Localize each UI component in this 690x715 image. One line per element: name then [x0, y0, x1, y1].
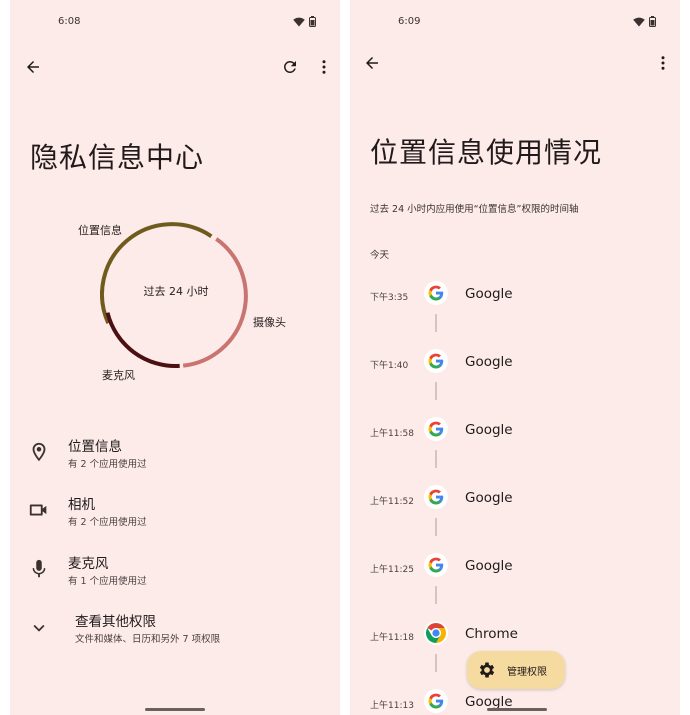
- google-g-icon: [424, 281, 448, 305]
- timeline-app-name: Google: [465, 558, 513, 574]
- status-bar: 6:09: [350, 14, 680, 30]
- permission-subtitle: 有 2 个应用使用过: [68, 517, 147, 528]
- arrow-back-icon: [27, 61, 39, 73]
- battery-icon: [309, 16, 316, 27]
- view-other-permissions-row[interactable]: 查看其他权限 文件和媒体、日历和另外 7 项权限: [10, 610, 340, 654]
- ring-label-location: 位置信息: [78, 224, 122, 237]
- privacy-dashboard-screen: 6:08 隐私信息中心 过去 24 小时 位置信息 摄像头 麦克风 位置信息 有…: [10, 0, 340, 715]
- google-g-icon: [424, 349, 448, 373]
- timeline-app-name: Google: [465, 422, 513, 438]
- timeline-entry[interactable]: 下午3:35 Google: [350, 280, 680, 314]
- ring-segment-camera[interactable]: [182, 237, 248, 368]
- timeline-time: 上午11:25: [370, 565, 414, 575]
- back-button[interactable]: [19, 53, 47, 81]
- microphone-icon: [32, 559, 46, 578]
- location-usage-screen: 6:09 位置信息使用情况 过去 24 小时内应用使用“位置信息”权限的时间轴 …: [350, 0, 680, 715]
- google-g-icon: [424, 689, 448, 713]
- permission-subtitle: 有 1 个应用使用过: [68, 576, 147, 587]
- more-options-button[interactable]: [310, 53, 338, 81]
- permission-subtitle: 文件和媒体、日历和另外 7 项权限: [75, 634, 221, 645]
- manage-permissions-button[interactable]: 管理权限: [467, 651, 565, 689]
- page-title: 隐私信息中心: [30, 141, 205, 174]
- timeline-connector: [435, 382, 437, 400]
- videocam-icon: [29, 504, 47, 516]
- timeline-time: 上午11:58: [370, 429, 414, 439]
- timeline-connector: [435, 518, 437, 536]
- chevron-down-icon: [33, 624, 45, 632]
- wifi-icon: [633, 17, 645, 26]
- permission-subtitle: 有 2 个应用使用过: [68, 459, 147, 470]
- permission-title: 查看其他权限: [75, 614, 156, 630]
- timeline-app-name: Google: [465, 354, 513, 370]
- google-g-icon: [424, 417, 448, 441]
- gear-icon: [479, 662, 495, 678]
- permission-row-location[interactable]: 位置信息 有 2 个应用使用过: [10, 435, 340, 479]
- more-vert-icon: [322, 60, 326, 74]
- ring-segment-microphone[interactable]: [105, 312, 180, 368]
- timeline-entry[interactable]: 上午11:18 Chrome: [350, 620, 680, 654]
- wifi-icon: [293, 17, 305, 26]
- google-g-icon: [424, 553, 448, 577]
- back-button[interactable]: [358, 49, 386, 77]
- refresh-icon: [284, 61, 296, 73]
- timeline-entry[interactable]: 上午11:58 Google: [350, 416, 680, 450]
- timeline-entry[interactable]: 上午11:52 Google: [350, 484, 680, 518]
- ring-label-camera: 摄像头: [253, 316, 286, 329]
- timeline-time: 下午3:35: [370, 293, 409, 303]
- permission-row-microphone[interactable]: 麦克风 有 1 个应用使用过: [10, 552, 340, 596]
- ring-center-label: 过去 24 小时: [143, 285, 209, 298]
- timeline-time: 上午11:18: [370, 633, 414, 643]
- chrome-icon: [424, 621, 448, 645]
- timeline-app-name: Google: [465, 286, 513, 302]
- timeline-time: 下午1:40: [370, 361, 409, 371]
- timeline-time: 上午11:52: [370, 497, 414, 507]
- timeline-entry[interactable]: 上午11:25 Google: [350, 552, 680, 586]
- timeline-app-name: Chrome: [465, 626, 518, 642]
- timeline-connector: [435, 450, 437, 468]
- arrow-back-icon: [366, 57, 378, 69]
- day-header: 今天: [370, 250, 390, 261]
- ring-segment-location[interactable]: [100, 222, 213, 324]
- timeline-connector: [435, 586, 437, 604]
- timeline-app-name: Google: [465, 490, 513, 506]
- ring-label-microphone: 麦克风: [102, 369, 135, 382]
- timeline-time: 上午11:13: [370, 701, 414, 711]
- gesture-nav-handle[interactable]: [487, 708, 547, 711]
- battery-icon: [649, 16, 656, 27]
- gesture-nav-handle[interactable]: [145, 708, 205, 711]
- refresh-button[interactable]: [276, 53, 304, 81]
- manage-permissions-label: 管理权限: [507, 666, 547, 678]
- timeline-entry[interactable]: 下午1:40 Google: [350, 348, 680, 382]
- permission-title: 相机: [68, 497, 95, 513]
- status-time: 6:08: [58, 16, 81, 27]
- status-time: 6:09: [398, 16, 421, 27]
- google-g-icon: [424, 485, 448, 509]
- more-vert-icon: [661, 56, 665, 70]
- permission-title: 位置信息: [68, 439, 122, 455]
- timeline-connector: [435, 314, 437, 332]
- page-description: 过去 24 小时内应用使用“位置信息”权限的时间轴: [370, 204, 579, 215]
- page-title: 位置信息使用情况: [370, 136, 603, 169]
- status-bar: 6:08: [10, 14, 340, 30]
- more-options-button[interactable]: [649, 49, 677, 77]
- timeline-connector: [435, 654, 437, 672]
- permission-row-camera[interactable]: 相机 有 2 个应用使用过: [10, 493, 340, 537]
- location-pin-icon: [32, 442, 46, 462]
- permission-title: 麦克风: [68, 556, 109, 572]
